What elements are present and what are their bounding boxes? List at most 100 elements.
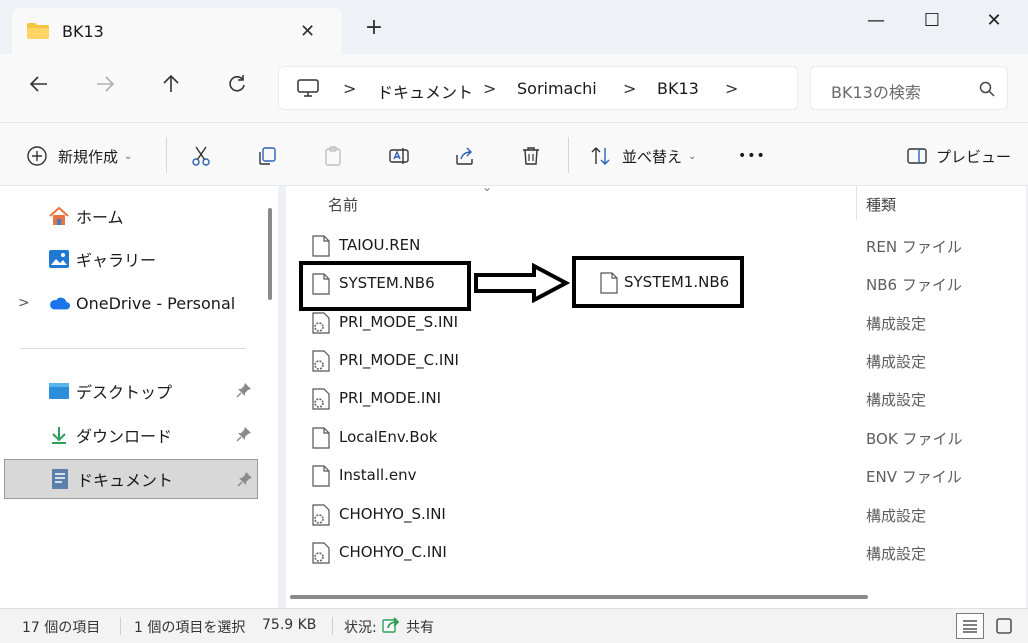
chevron-right-icon[interactable]: > [343,79,356,98]
new-button[interactable]: 新規作成 ⌄ [24,143,132,169]
sort-label: 並べ替え [622,147,683,166]
up-button[interactable] [156,74,186,104]
share-icon [452,143,478,169]
chevron-right-icon[interactable]: > [18,295,30,311]
rename-button[interactable] [386,143,412,169]
breadcrumb-bk13[interactable]: BK13 [657,79,699,98]
copy-button[interactable] [254,143,280,169]
plus-circle-icon [24,143,50,169]
table-row[interactable]: PRI_MODE.INI 構成設定 [286,380,1026,418]
address-row: > ドキュメント > Sorimachi > BK13 > BK13の検索 [0,54,1028,122]
chevron-right-icon[interactable]: > [725,79,738,98]
horizontal-scrollbar[interactable] [290,595,868,599]
details-view-button[interactable] [956,613,984,639]
config-file-icon [312,312,330,334]
file-name: PRI_MODE_S.INI [339,313,459,331]
table-row[interactable]: CHOHYO_S.INI 構成設定 [286,496,1026,534]
state-value: 共有 [406,620,434,636]
file-type: 構成設定 [866,391,927,409]
command-bar: 新規作成 ⌄ 並べ替え ⌄ ••• プレビュー [0,122,1028,186]
tiles-view-button[interactable] [990,613,1018,639]
forward-button[interactable] [90,74,120,104]
state-label: 状況: [344,620,377,636]
share-button[interactable] [452,143,478,169]
config-file-icon [312,504,330,526]
new-tab-button[interactable]: + [362,17,386,42]
search-placeholder[interactable]: BK13の検索 [831,79,921,103]
sort-caret-icon: ⌄ [482,180,493,194]
back-button[interactable] [24,74,54,104]
download-icon [48,424,70,446]
table-row[interactable]: CHOHYO_C.INI 構成設定 [286,534,1026,572]
nav-item-home[interactable]: ホーム [4,196,258,236]
trash-icon [518,143,544,169]
delete-button[interactable] [518,143,544,169]
search-box[interactable]: BK13の検索 [810,66,1008,110]
file-icon [312,465,330,487]
file-type: NB6 ファイル [866,276,962,294]
pin-icon[interactable] [237,471,253,491]
nav-item-documents[interactable]: ドキュメント [4,459,258,499]
divider [332,617,333,635]
file-name: LocalEnv.Bok [339,428,438,446]
file-type: 構成設定 [866,545,927,563]
paste-button[interactable] [320,143,346,169]
column-divider[interactable] [856,186,857,220]
file-name: PRI_MODE_C.INI [339,351,459,369]
close-window-button[interactable]: ✕ [974,8,1014,36]
file-name: CHOHYO_S.INI [339,505,446,523]
cut-button[interactable] [188,143,214,169]
file-name: PRI_MODE.INI [339,389,442,407]
nav-item-onedrive[interactable]: > OneDrive - Personal [4,283,258,323]
share-status-icon [382,616,402,638]
nav-item-downloads[interactable]: ダウンロード [4,415,258,455]
chevron-right-icon[interactable]: > [623,79,636,98]
sort-icon [588,143,614,169]
column-header-type[interactable]: 種類 [866,194,896,215]
file-icon [312,235,330,257]
desktop-icon [48,380,70,402]
breadcrumb-documents[interactable]: ドキュメント [377,79,473,103]
file-type: ENV ファイル [866,468,962,486]
sort-button[interactable]: 並べ替え ⌄ [588,143,696,169]
file-icon [312,427,330,449]
chevron-right-icon[interactable]: > [483,79,496,98]
pin-icon[interactable] [236,382,252,402]
tab-bk13[interactable]: BK13 ✕ [12,8,342,54]
renamed-file-name: SYSTEM1.NB6 [624,273,730,291]
minimize-button[interactable]: — [856,8,896,36]
nav-label: ホーム [76,208,124,227]
nav-label: ギャラリー [76,251,157,270]
breadcrumb-sorimachi[interactable]: Sorimachi [517,79,597,98]
column-header-name[interactable]: 名前 [328,194,358,215]
pc-icon [297,79,319,97]
refresh-button[interactable] [222,74,252,104]
file-list: ⌄ 名前 種類 TAIOU.REN REN ファイル SYSTEM.NB6 NB… [286,180,1026,608]
tab-close-icon[interactable]: ✕ [300,21,315,42]
copy-icon [254,143,280,169]
selection-size: 75.9 KB [262,617,317,633]
divider [568,137,569,173]
divider [20,348,246,349]
table-row[interactable]: LocalEnv.Bok BOK ファイル [286,419,1026,457]
nav-item-gallery[interactable]: ギャラリー [4,239,258,279]
refresh-icon [229,75,245,92]
nav-scrollbar[interactable] [268,208,272,300]
file-type: 構成設定 [866,315,927,333]
nav-item-desktop[interactable]: デスクトップ [4,371,258,411]
renamed-file-callout: SYSTEM1.NB6 [572,256,744,308]
table-row[interactable]: PRI_MODE_C.INI 構成設定 [286,342,1026,380]
config-file-icon [312,350,330,372]
pin-icon[interactable] [236,426,252,446]
chevron-down-icon: ⌄ [688,150,697,162]
config-file-icon [312,542,330,564]
address-bar[interactable]: > ドキュメント > Sorimachi > BK13 > [278,66,798,110]
maximize-button[interactable]: ☐ [912,8,952,36]
table-row[interactable]: Install.env ENV ファイル [286,457,1026,495]
home-icon [48,205,70,227]
preview-button[interactable]: プレビュー [904,143,1011,169]
more-button[interactable]: ••• [738,143,766,169]
file-name: TAIOU.REN [339,236,421,254]
tiles-view-icon [996,618,1012,634]
file-type: BOK ファイル [866,430,963,448]
